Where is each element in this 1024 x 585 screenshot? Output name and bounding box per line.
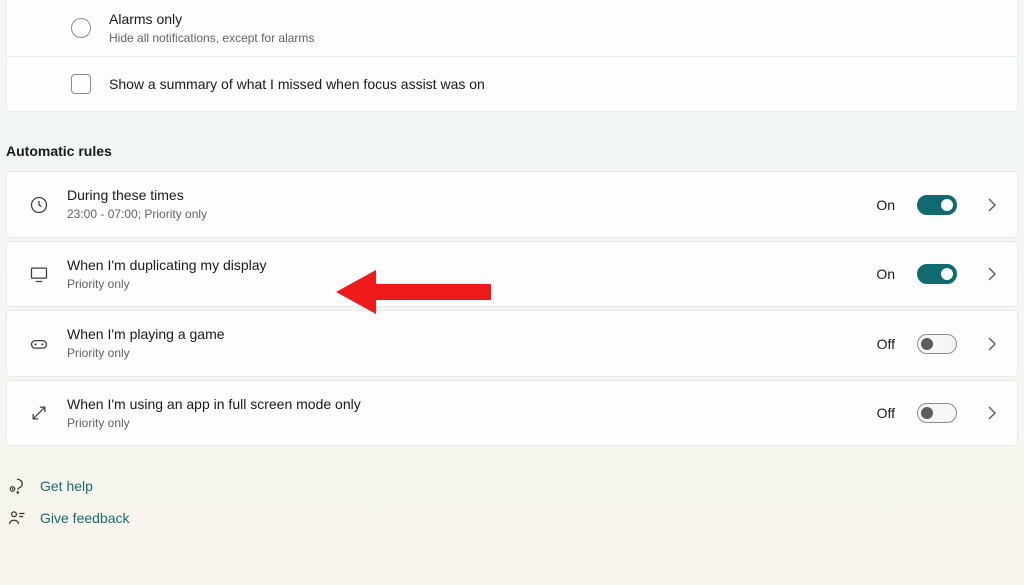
chevron-right-icon <box>985 267 999 281</box>
chevron-right-icon <box>985 198 999 212</box>
rule-title: When I'm duplicating my display <box>67 256 858 275</box>
rule-title: During these times <box>67 186 858 205</box>
rule-subtitle: Priority only <box>67 277 858 293</box>
link-get-help[interactable]: Get help <box>8 477 1016 495</box>
link-give-feedback[interactable]: Give feedback <box>8 509 1016 527</box>
radio-option-subtitle: Hide all notifications, except for alarm… <box>109 31 999 47</box>
rule-title: When I'm playing a game <box>67 325 859 344</box>
help-icon <box>8 477 26 495</box>
link-get-help-label: Get help <box>40 478 93 494</box>
checkbox-summary[interactable] <box>71 74 91 94</box>
clock-icon <box>29 195 49 215</box>
feedback-icon <box>8 509 26 527</box>
rule-row-fullscreen-app[interactable]: When I'm using an app in full screen mod… <box>6 380 1018 446</box>
rule-subtitle: Priority only <box>67 416 859 432</box>
monitor-icon <box>29 264 49 284</box>
rule-row-duplicating-display[interactable]: When I'm duplicating my display Priority… <box>6 241 1018 307</box>
toggle-duplicating[interactable] <box>917 264 957 284</box>
rule-title: When I'm using an app in full screen mod… <box>67 395 859 414</box>
toggle-state-label: On <box>876 197 895 213</box>
toggle-fullscreen[interactable] <box>917 403 957 423</box>
chevron-right-icon <box>985 337 999 351</box>
rule-row-playing-game[interactable]: When I'm playing a game Priority only Of… <box>6 310 1018 376</box>
radio-option-title: Alarms only <box>109 10 999 29</box>
rule-subtitle: 23:00 - 07:00; Priority only <box>67 207 858 223</box>
toggle-state-label: On <box>876 266 895 282</box>
radio-alarms-only[interactable] <box>71 18 91 38</box>
toggle-state-label: Off <box>877 405 895 421</box>
toggle-during-times[interactable] <box>917 195 957 215</box>
toggle-state-label: Off <box>877 336 895 352</box>
chevron-right-icon <box>985 406 999 420</box>
radio-option-alarms-only: Alarms only Hide all notifications, exce… <box>7 0 1017 56</box>
expand-icon <box>29 403 49 423</box>
checkbox-row-summary: Show a summary of what I missed when foc… <box>7 57 1017 111</box>
rule-row-during-times[interactable]: During these times 23:00 - 07:00; Priori… <box>6 171 1018 237</box>
rule-subtitle: Priority only <box>67 346 859 362</box>
section-header-automatic-rules: Automatic rules <box>0 115 1024 171</box>
checkbox-summary-label: Show a summary of what I missed when foc… <box>109 75 999 94</box>
gamepad-icon <box>29 334 49 354</box>
toggle-playing-game[interactable] <box>917 334 957 354</box>
link-give-feedback-label: Give feedback <box>40 510 130 526</box>
